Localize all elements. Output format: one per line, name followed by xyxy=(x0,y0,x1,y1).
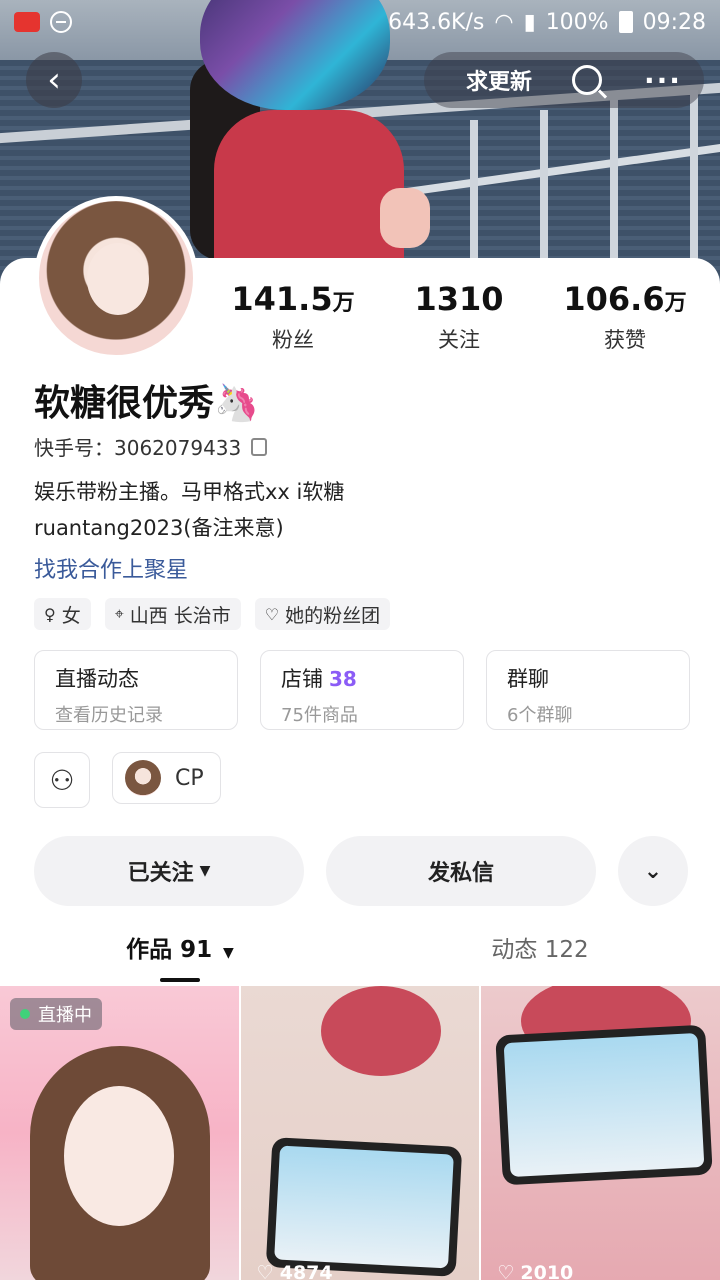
tag-text: 山西 长治市 xyxy=(129,604,231,627)
tag-text: 女 xyxy=(61,604,81,627)
stat-label: 获赞 xyxy=(604,328,646,352)
feature-subtitle: 75件商品 xyxy=(281,705,358,726)
profile-tags: ♀ 女 ⌖ 山西 长治市 ♡ 她的粉丝团 xyxy=(34,598,391,630)
caret-down-icon: ▼ xyxy=(199,863,211,879)
stat-value: 1310 xyxy=(414,280,504,318)
message-label: 发私信 xyxy=(427,861,494,886)
work-item[interactable]: 直播中 xyxy=(0,986,239,1280)
back-button[interactable]: ‹ xyxy=(26,52,82,108)
followed-button[interactable]: 已关注 ▼ xyxy=(34,836,304,906)
stat-value: 106.6 xyxy=(563,280,665,318)
banner-person xyxy=(214,110,404,280)
network-speed: 643.6K/s xyxy=(388,9,485,35)
more-icon[interactable]: ··· xyxy=(644,64,682,97)
feature-subtitle: 查看历史记录 xyxy=(55,705,163,726)
tab-works[interactable]: 作品 91 ▼ xyxy=(0,930,360,984)
status-bar: 643.6K/s ◠ ▮ 100% 09:28 xyxy=(0,0,720,44)
stat-label: 粉丝 xyxy=(272,328,314,352)
expand-button[interactable]: ⌄ xyxy=(618,836,688,906)
bio: 娱乐带粉主播。马甲格式xx i软糖 ruantang2023(备注来意) xyxy=(34,474,344,546)
likes-count: ♡ 2010 xyxy=(497,1262,573,1280)
profile-name: 软糖很优秀🦄 xyxy=(34,374,259,426)
tag-fan-club[interactable]: ♡ 她的粉丝团 xyxy=(254,598,391,630)
message-button[interactable]: 发私信 xyxy=(326,836,596,906)
bio-line: 娱乐带粉主播。马甲格式xx i软糖 xyxy=(34,480,345,504)
female-icon: ♀ xyxy=(44,604,56,624)
cp-label: CP xyxy=(175,765,204,791)
location-icon: ⌖ xyxy=(114,604,124,623)
request-update-button[interactable]: 求更新 xyxy=(444,64,554,96)
shop-badge: 38 xyxy=(329,667,357,691)
signal-icon: ▮ xyxy=(523,9,536,35)
tag-location[interactable]: ⌖ 山西 长治市 xyxy=(104,598,241,630)
shop-card[interactable]: 店铺 38 75件商品 xyxy=(260,650,464,730)
feature-title: 群聊 xyxy=(507,667,549,691)
profile-name-text: 软糖很优秀 xyxy=(34,383,215,424)
caret-down-icon: ▼ xyxy=(218,945,234,961)
stats-row: 141.5万 粉丝 1310 关注 106.6万 获赞 xyxy=(210,280,710,354)
feature-title: 店铺 xyxy=(281,667,323,691)
live-dot-icon xyxy=(20,1009,30,1019)
kuaishou-id-text: 快手号：3062079433 xyxy=(34,436,242,460)
search-icon[interactable] xyxy=(572,65,602,95)
clock: 09:28 xyxy=(642,9,706,35)
tag-text: 她的粉丝团 xyxy=(285,604,381,627)
tab-label: 作品 91 xyxy=(126,937,213,963)
likes-count: ♡ 4874 xyxy=(257,1262,333,1280)
thumbnail-plush xyxy=(320,986,441,1076)
thumbnail-tablet xyxy=(495,1024,714,1186)
chevron-left-icon: ‹ xyxy=(47,60,61,100)
tab-label: 动态 122 xyxy=(491,937,589,963)
add-user-icon: ⚇ xyxy=(49,763,75,797)
do-not-disturb-icon xyxy=(50,11,72,33)
work-item[interactable]: ♡ 4874 xyxy=(240,986,480,1280)
mini-actions: ⚇ CP xyxy=(34,752,221,808)
tab-moments[interactable]: 动态 122 xyxy=(360,930,720,984)
group-chat-card[interactable]: 群聊 6个群聊 xyxy=(486,650,690,730)
tag-gender[interactable]: ♀ 女 xyxy=(34,598,91,630)
stat-fans[interactable]: 141.5万 粉丝 xyxy=(210,280,376,354)
works-grid: 直播中 ♡ 4874 ♡ 2010 xyxy=(0,986,720,1280)
live-badge: 直播中 xyxy=(10,998,102,1030)
stat-value: 141.5 xyxy=(231,280,333,318)
cp-button[interactable]: CP xyxy=(112,752,221,804)
battery-percent: 100% xyxy=(545,9,609,35)
bio-line: ruantang2023(备注来意) xyxy=(34,516,284,540)
heart-icon: ♡ xyxy=(264,604,280,624)
stat-label: 关注 xyxy=(438,328,480,352)
thumbnail-face xyxy=(64,1086,174,1226)
avatar[interactable] xyxy=(34,196,198,360)
heart-outline-icon: ♡ xyxy=(256,1262,274,1280)
heart-outline-icon: ♡ xyxy=(497,1262,515,1280)
followed-label: 已关注 xyxy=(127,861,194,886)
banner-hand xyxy=(380,188,430,248)
copy-icon[interactable] xyxy=(251,437,268,456)
feature-cards: 直播动态 查看历史记录 店铺 38 75件商品 群聊 6个群聊 xyxy=(34,650,690,730)
work-item[interactable]: ♡ 2010 xyxy=(481,986,720,1280)
stat-likes[interactable]: 106.6万 获赞 xyxy=(542,280,708,354)
kuaishou-id: 快手号：3062079433 xyxy=(34,432,268,461)
battery-icon xyxy=(618,11,633,33)
stat-unit: 万 xyxy=(664,291,687,316)
unicorn-icon: 🦄 xyxy=(214,383,259,424)
add-friend-button[interactable]: ⚇ xyxy=(34,752,90,808)
content-tabs: 作品 91 ▼ 动态 122 xyxy=(0,930,720,984)
likes-value: 2010 xyxy=(520,1262,574,1280)
action-buttons: 已关注 ▼ 发私信 ⌄ xyxy=(34,836,688,906)
feature-title: 直播动态 xyxy=(55,667,139,691)
avatar-face xyxy=(87,243,149,315)
likes-value: 4874 xyxy=(279,1262,333,1280)
cp-avatar xyxy=(125,760,161,796)
top-actions: 求更新 ··· xyxy=(424,52,704,108)
cooperation-link[interactable]: 找我合作上聚星 xyxy=(34,552,188,584)
wifi-icon: ◠ xyxy=(494,9,514,35)
feature-subtitle: 6个群聊 xyxy=(507,705,573,726)
app-notification-icon xyxy=(14,12,40,32)
chevron-down-icon: ⌄ xyxy=(643,858,663,884)
thumbnail-tablet xyxy=(265,1137,462,1277)
live-label: 直播中 xyxy=(38,1005,92,1026)
stat-unit: 万 xyxy=(332,291,355,316)
live-history-card[interactable]: 直播动态 查看历史记录 xyxy=(34,650,238,730)
stat-following[interactable]: 1310 关注 xyxy=(376,280,542,354)
